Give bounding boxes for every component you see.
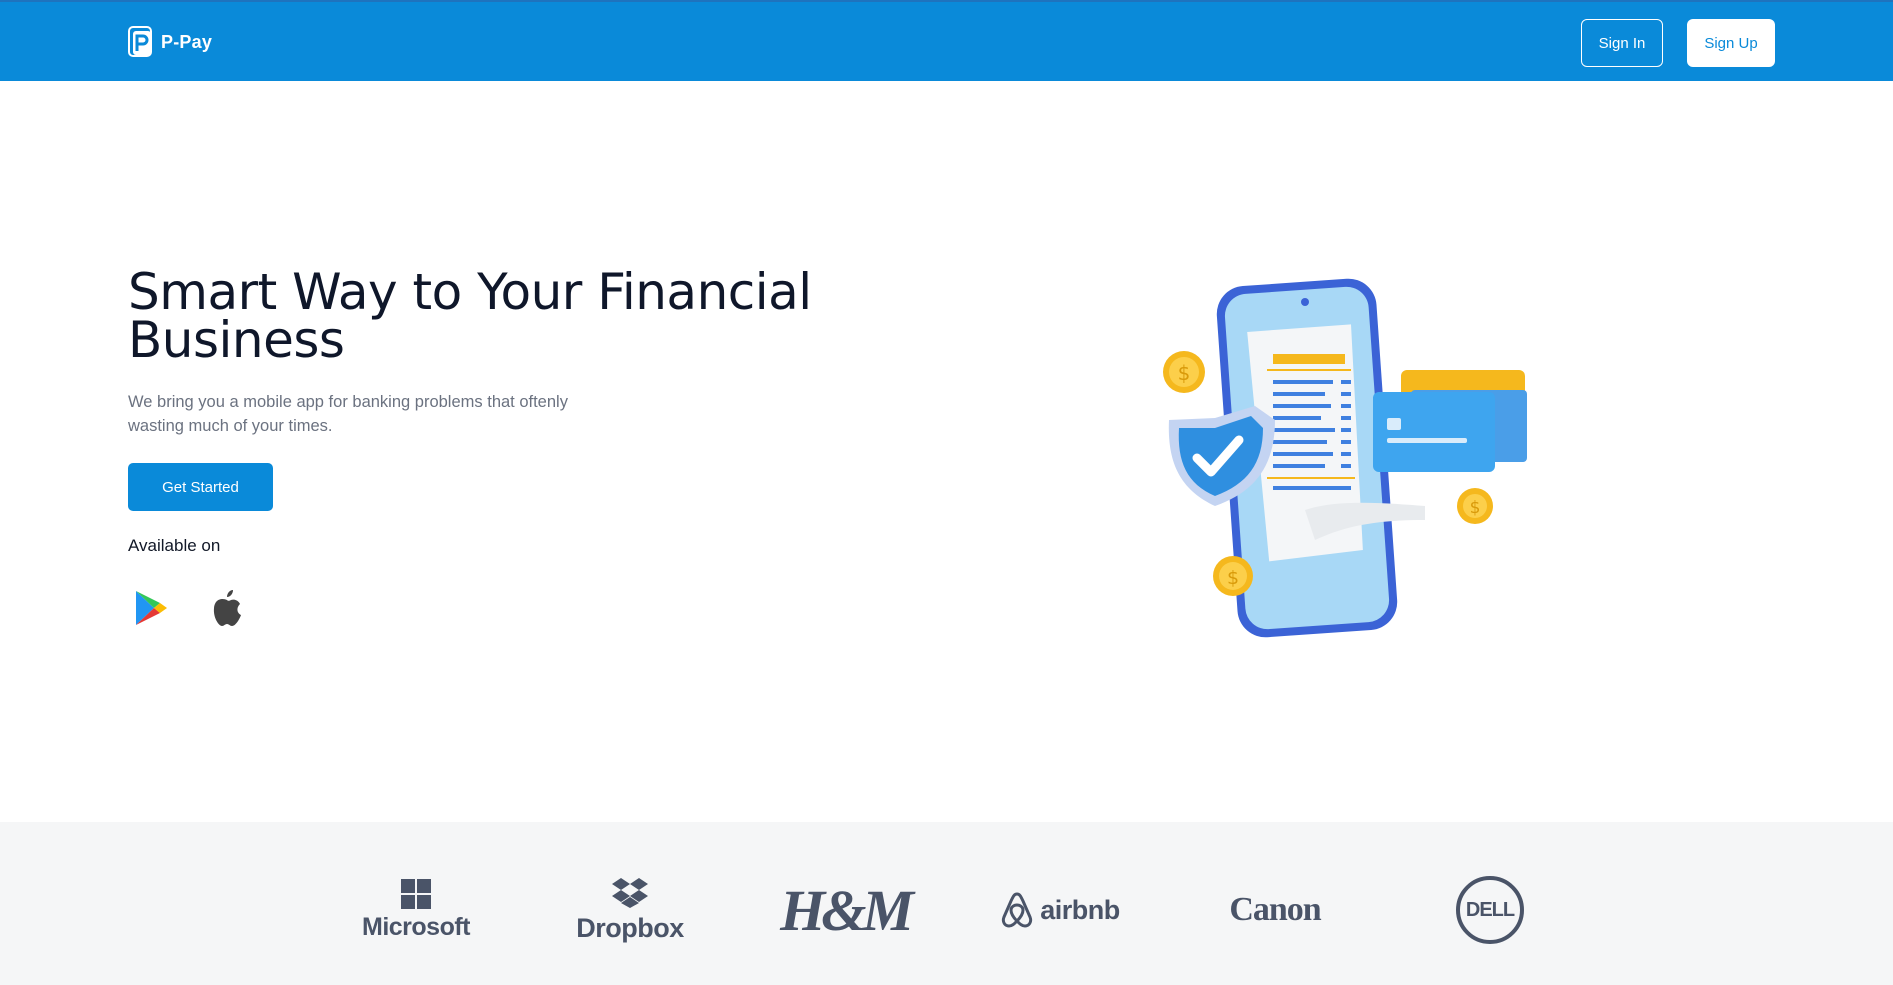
airbnb-logo-text: airbnb <box>1040 894 1120 925</box>
svg-text:$: $ <box>1470 498 1481 518</box>
apple-icon[interactable] <box>210 588 244 628</box>
dropbox-logo: Dropbox <box>570 870 690 950</box>
phone-receipt-illustration: $ $ $ <box>1163 278 1527 638</box>
p-pay-logo-icon <box>128 26 152 57</box>
dropbox-icon <box>612 877 648 908</box>
sign-in-button[interactable]: Sign In <box>1581 19 1663 67</box>
airbnb-icon <box>1002 892 1033 928</box>
get-started-button[interactable]: Get Started <box>128 463 273 511</box>
hero-subtitle: We bring you a mobile app for banking pr… <box>128 393 568 435</box>
dropbox-logo-text: Dropbox <box>576 912 684 943</box>
partner-logos-strip: Microsoft Dropbox H&M airbnb Canon DELL <box>0 822 1893 985</box>
sign-up-button[interactable]: Sign Up <box>1687 19 1775 67</box>
hm-logo: H&M <box>780 877 914 943</box>
svg-text:$: $ <box>1227 567 1239 589</box>
airbnb-logo: airbnb <box>995 870 1125 950</box>
google-play-icon[interactable] <box>134 589 168 627</box>
coin-icon: $ <box>1163 351 1205 393</box>
hero-title: Smart Way to Your Financial Business <box>128 263 812 369</box>
brand-logo[interactable]: P-Pay <box>128 26 212 58</box>
canon-logo: Canon <box>1229 891 1321 928</box>
microsoft-logo-text: Microsoft <box>362 912 471 941</box>
microsoft-logo: Microsoft <box>356 870 476 950</box>
available-on-label: Available on <box>128 536 221 555</box>
brand-name: P-Pay <box>161 31 213 52</box>
dell-logo: DELL <box>1454 870 1526 950</box>
svg-text:$: $ <box>1178 361 1191 385</box>
top-navbar: P-Pay Sign In Sign Up <box>0 0 1893 81</box>
dell-logo-text: DELL <box>1456 876 1524 944</box>
microsoft-grid-icon <box>401 878 431 909</box>
